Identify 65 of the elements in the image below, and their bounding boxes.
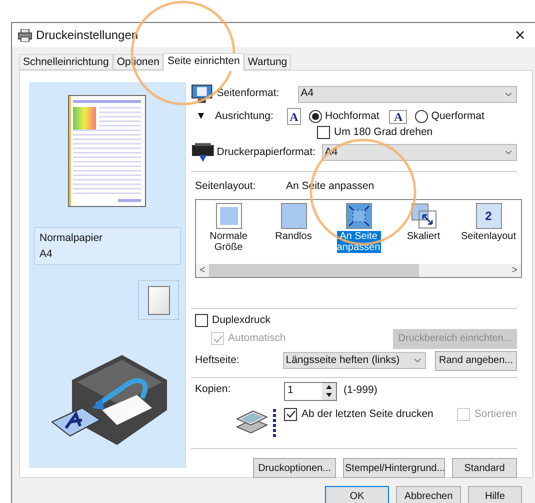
layout-option-label: Normale Größe bbox=[208, 230, 248, 253]
monitor-icon bbox=[191, 84, 213, 104]
media-type-text: Normalpapier bbox=[40, 231, 104, 246]
radio-button[interactable] bbox=[415, 110, 428, 123]
tab[interactable]: Optionen bbox=[112, 54, 164, 70]
layout-option-label: Seitenlayout bbox=[460, 230, 516, 242]
printer-icon bbox=[18, 28, 32, 42]
panel-button[interactable]: Standard bbox=[452, 458, 517, 478]
numbered-page-icon: 2 bbox=[476, 202, 502, 229]
layout-option[interactable]: An Seite anpassen bbox=[326, 202, 391, 264]
printer-paper-size-label: Druckerpapierformat: bbox=[216, 144, 316, 160]
page-icon bbox=[216, 202, 242, 229]
page-icon bbox=[148, 286, 170, 314]
close-button[interactable]: × bbox=[510, 26, 530, 44]
radio-label: Hochformat bbox=[325, 108, 380, 124]
landscape-icon: A bbox=[389, 110, 408, 124]
stapling-select[interactable]: Längsseite heften (links) bbox=[282, 352, 426, 369]
checkbox-label: Duplexdruck bbox=[212, 312, 270, 328]
checkbox-label: Um 180 Grad drehen bbox=[334, 125, 433, 140]
layout-option-label: Randlos bbox=[275, 230, 312, 242]
page-layout-label: Seitenlayout: bbox=[194, 178, 257, 194]
portrait-icon: A bbox=[287, 108, 301, 125]
tab[interactable]: Schnelleinrichtung bbox=[19, 54, 113, 70]
layout-option[interactable]: Normale Größe bbox=[196, 202, 261, 264]
printer-icon bbox=[191, 142, 215, 163]
orientation-label: Ausrichtung: bbox=[215, 108, 274, 124]
page-icon bbox=[280, 202, 306, 229]
scaled-page-icon bbox=[410, 202, 436, 229]
window-title: Druckeinstellungen bbox=[36, 27, 140, 44]
dialog-button[interactable]: Hilfe bbox=[468, 486, 522, 503]
checkbox[interactable] bbox=[195, 314, 208, 328]
panel-button[interactable]: Stempel/Hintergrund... bbox=[343, 458, 445, 478]
checkbox[interactable] bbox=[317, 126, 330, 140]
page-layout-value: An Seite anpassen bbox=[286, 178, 374, 194]
spin-arrows-icon bbox=[322, 382, 336, 400]
layout-option-label: Skaliert bbox=[406, 230, 440, 242]
paper-size-text: A4 bbox=[40, 246, 54, 262]
layout-option[interactable]: Randlos bbox=[261, 202, 326, 264]
scroll-left-arrow[interactable]: < bbox=[196, 262, 209, 278]
panel-button[interactable]: Druckoptionen... bbox=[253, 458, 336, 478]
radio-label: Querformat bbox=[431, 108, 484, 124]
page-size-label: Seitenformat: bbox=[216, 86, 280, 102]
layout-option[interactable]: Skaliert bbox=[391, 202, 456, 264]
tab[interactable]: Seite einrichten bbox=[163, 53, 244, 71]
checkbox-label: Sortieren bbox=[474, 406, 517, 422]
horizontal-scrollbar[interactable]: < > bbox=[196, 264, 521, 277]
checkbox[interactable] bbox=[284, 408, 298, 421]
fit-page-icon bbox=[346, 202, 372, 229]
scroll-right-arrow[interactable]: > bbox=[508, 262, 521, 278]
copies-label: Kopien: bbox=[195, 382, 232, 396]
arrow-down-icon bbox=[198, 112, 204, 120]
radio-button[interactable] bbox=[309, 110, 322, 123]
dialog-button[interactable]: Abbrechen bbox=[396, 486, 461, 503]
checkbox-label: Automatisch bbox=[228, 330, 286, 346]
layout-option[interactable]: 2 Seitenlayout bbox=[456, 202, 521, 264]
stapling-label: Heftseite: bbox=[194, 352, 240, 368]
tab[interactable]: Wartung bbox=[244, 54, 292, 70]
page-size-select[interactable]: A4 bbox=[298, 86, 517, 102]
checkbox-label: Ab der letzten Seite drucken bbox=[301, 406, 434, 422]
printer-paper-size-select[interactable]: A4 bbox=[322, 144, 518, 162]
page-orientation-button[interactable] bbox=[138, 280, 179, 320]
copies-spinbox[interactable]: 1 bbox=[284, 382, 338, 400]
dialog-button[interactable]: OK bbox=[325, 486, 389, 503]
margin-button[interactable]: Rand angeben... bbox=[435, 350, 517, 370]
copies-range-text: (1-999) bbox=[343, 383, 378, 398]
